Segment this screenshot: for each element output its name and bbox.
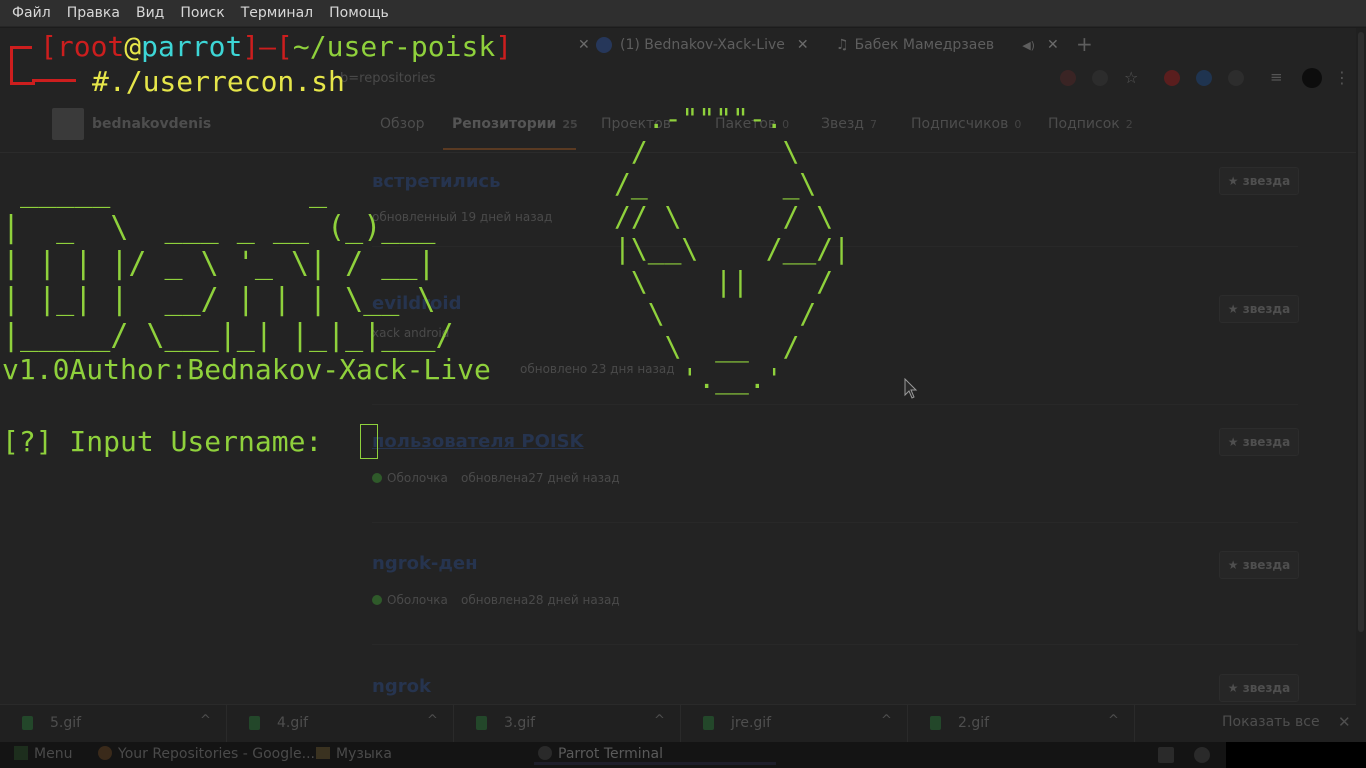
browser-tab-title: Бабек Мамедрзаев [854,37,995,53]
tab-close-icon[interactable]: ✕ [797,37,809,53]
menu-help[interactable]: Помощь [321,0,397,27]
settings-gear-icon[interactable] [1194,747,1210,763]
repo-divider [372,404,1298,405]
terminal-scrollbar[interactable] [1356,28,1366,742]
browser-tab-facebook[interactable]: (1) Bednakov-Xack-Live ✕ [596,32,809,58]
repo-title[interactable]: пользователя POISK [372,431,583,452]
close-downloads-icon[interactable]: ✕ [1338,713,1351,731]
extension-blue-icon[interactable] [1196,70,1212,86]
tab-close-icon[interactable]: ✕ [1047,37,1059,53]
menu-view[interactable]: Вид [128,0,172,27]
terminal-menubar: Файл Правка Вид Поиск Терминал Помощь [0,0,1366,27]
bookmark-star-icon[interactable]: ☆ [1124,68,1138,87]
language-dot [372,473,382,483]
menu-terminal[interactable]: Терминал [233,0,321,27]
repo-language: Оболочка [372,471,448,485]
menu-icon [14,746,28,760]
tab-following[interactable]: Подписок 2 [1048,116,1133,132]
chevron-up-icon[interactable]: ^ [881,713,892,728]
network-icon[interactable] [1158,747,1174,763]
terminal-cursor[interactable] [360,424,378,459]
download-filename: 3.gif [504,715,536,731]
repo-title[interactable]: ngrok [372,676,431,697]
star-button[interactable]: ★ звезда [1219,167,1299,195]
username-prompt: [?] Input Username: [2,425,340,458]
download-filename: 2.gif [958,715,990,731]
downloads-bar: 5.gif ^ 4.gif ^ 3.gif ^ jre.gif ^ 2.gif … [0,704,1356,742]
download-item[interactable]: 4.gif ^ [227,705,454,742]
download-item[interactable]: 3.gif ^ [454,705,681,742]
new-tab-button[interactable]: + [1076,32,1093,56]
playlist-icon[interactable]: ≡ [1270,68,1283,86]
file-icon [22,716,33,730]
chevron-up-icon[interactable]: ^ [200,713,211,728]
chevron-up-icon[interactable]: ^ [1108,713,1119,728]
browser-tab-close-icon[interactable]: ✕ [566,32,590,58]
download-item[interactable]: 2.gif ^ [908,705,1135,742]
file-icon [249,716,260,730]
browser-tab-music[interactable]: ♫ Бабек Мамедрзаев ◀) ✕ [836,32,1059,58]
repo-title[interactable]: ngrok-ден [372,553,478,574]
start-menu-button[interactable]: Menu [14,746,72,762]
menu-search[interactable]: Поиск [172,0,232,27]
star-button[interactable]: ★ звезда [1219,428,1299,456]
chevron-up-icon[interactable]: ^ [427,713,438,728]
adblock-icon[interactable] [1164,70,1180,86]
language-dot [372,595,382,605]
star-button[interactable]: ★ звезда [1219,551,1299,579]
extension-icon[interactable] [1060,70,1076,86]
translate-icon[interactable] [1092,70,1108,86]
repo-language: Оболочка [372,593,448,607]
file-icon [703,716,714,730]
active-tab-underline [443,148,576,150]
tab-followers[interactable]: Подписчиков 0 [911,116,1021,132]
show-all-downloads-button[interactable]: Показать все [1222,714,1320,730]
speaker-icon[interactable]: ◀) [1022,39,1035,52]
address-bar-url[interactable]: b=repositories [340,71,436,86]
download-filename: 5.gif [50,715,82,731]
folder-icon [316,747,330,759]
repo-updated: обновлена28 дней назад [461,593,620,607]
terminal-icon [538,746,552,760]
facebook-icon [596,37,612,53]
repo-divider [372,522,1298,523]
repo-updated: обновлена27 дней назад [461,471,620,485]
repo-divider [372,644,1298,645]
taskbar-active-indicator [534,762,776,765]
profile-username[interactable]: bednakovdenis [92,116,211,132]
account-avatar-icon[interactable] [1302,68,1322,88]
download-item[interactable]: jre.gif ^ [681,705,908,742]
tab-repositories[interactable]: Репозитории 25 [452,116,578,132]
ascii-alien-art: .-""""-. / \ /_ _\ // \ / \ |\__\ /__/| … [614,102,851,395]
tab-overview[interactable]: Обзор [380,116,425,132]
download-item[interactable]: 5.gif ^ [0,705,227,742]
taskbar-item-terminal[interactable]: Parrot Terminal [538,746,663,762]
taskbar-item-chrome[interactable]: Your Repositories - Google... [98,746,315,762]
download-filename: 4.gif [277,715,309,731]
mouse-pointer-icon [904,378,918,399]
extension-gray-icon[interactable] [1228,70,1244,86]
star-button[interactable]: ★ звезда [1219,674,1299,702]
chrome-icon [98,746,112,760]
menu-file[interactable]: Файл [4,0,59,27]
profile-avatar[interactable] [52,108,84,140]
scrollbar-thumb[interactable] [1358,32,1364,632]
download-filename: jre.gif [731,715,772,731]
terminal-command-line: #./userrecon.sh [92,65,345,98]
prompt-arrow-decoration [32,79,76,82]
terminal-prompt-line: [root@parrot]—[~/user-poisk] [40,30,513,63]
browser-tab-title: (1) Bednakov-Xack-Live [620,37,785,53]
ascii-banner: _____ _ | _ \ ___ _ __ (_)___ | | | |/ _… [2,174,454,353]
file-icon [930,716,941,730]
system-tray-clock[interactable] [1226,742,1366,768]
menu-edit[interactable]: Правка [59,0,128,27]
star-button[interactable]: ★ звезда [1219,295,1299,323]
file-icon [476,716,487,730]
version-author-line: v1.0Author:Bednakov-Xack-Live [2,353,491,386]
menu-dots-icon[interactable]: ⋮ [1334,68,1350,87]
music-note-icon: ♫ [836,37,849,53]
chevron-up-icon[interactable]: ^ [654,713,665,728]
prompt-corner-tick [10,46,32,49]
taskbar-item-music[interactable]: Музыка [316,746,392,762]
